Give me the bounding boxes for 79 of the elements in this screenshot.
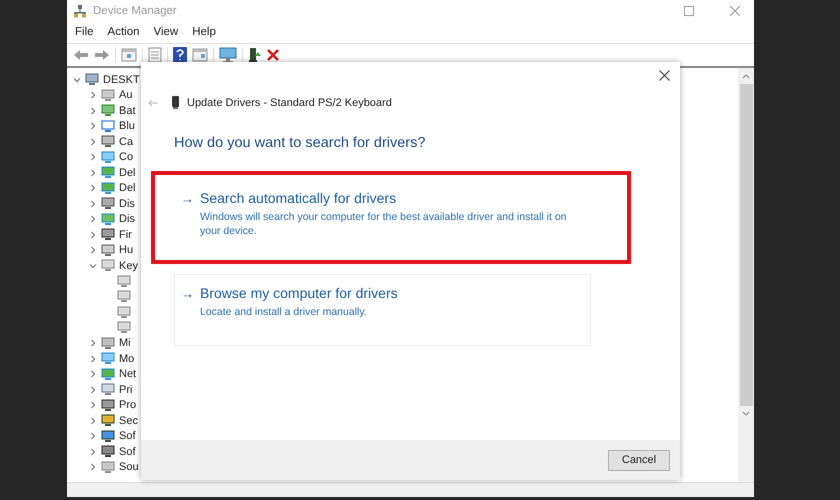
tree-item[interactable]: Hu [119,244,134,256]
tree-item[interactable]: Sof [119,446,136,458]
maximize-icon[interactable] [684,6,694,16]
tree-item[interactable]: Sec [119,414,138,427]
cancel-button[interactable]: Cancel [608,450,670,470]
chevron-icon[interactable] [89,432,97,440]
arrow-glyph: → [181,191,194,206]
monitor-icon [101,352,115,366]
chevron-icon[interactable] [73,76,81,84]
window-title: Device Manager [93,4,177,16]
scroll-down-icon[interactable] [742,411,750,416]
back-arrow-icon[interactable] [73,49,89,61]
chevron-icon[interactable] [89,122,97,130]
option-title[interactable]: Search automatically for drivers [200,190,396,206]
dialog-heading: How do you want to search for drivers? [173,134,426,151]
tree-item[interactable]: Ca [119,136,134,148]
tree-item[interactable]: Sou [119,461,139,474]
chevron-icon[interactable] [89,262,97,270]
chevron-icon[interactable] [89,448,97,456]
menu-item[interactable]: Action [108,26,140,38]
computer-icon [85,73,99,86]
window-pane-icon[interactable] [192,48,208,62]
tree-item[interactable]: Blu [119,120,135,132]
tree-item[interactable]: Bat [119,104,136,117]
chevron-icon[interactable] [89,339,97,348]
tree-item[interactable]: Del [119,166,136,179]
scrollbar-thumb[interactable] [740,84,752,406]
uninstall-x-icon[interactable] [267,49,279,61]
chevron-icon[interactable] [89,91,97,100]
plug-icon[interactable] [248,47,262,63]
help-icon[interactable] [173,47,187,63]
chevron-icon[interactable] [89,200,97,208]
chevron-icon[interactable] [89,386,97,394]
dialog-title: Update Drivers - Standard PS/2 Keyboard [187,96,392,108]
chevron-icon[interactable] [89,138,97,146]
monitor-icon[interactable] [219,47,237,63]
tree-item[interactable]: Key [119,260,138,272]
chevron-icon[interactable] [89,106,97,115]
tree-item[interactable]: Sof [119,430,136,442]
tree-item[interactable]: Del [119,182,136,194]
option-description: Windows will search your computer for the best available driver and install it on your device. [199,210,568,238]
properties-icon[interactable] [148,47,162,63]
tree-item[interactable]: Fir [119,228,132,241]
chevron-icon[interactable] [89,230,97,239]
chevron-icon[interactable] [89,168,97,177]
tree-item[interactable]: Mi [119,337,131,350]
option-card[interactable]: → Browse my computer for drivers Locate and install a driver manually. [174,274,591,346]
device-manager-icon [73,4,87,18]
menu-item[interactable]: Help [192,26,216,38]
chevron-icon[interactable] [89,416,97,425]
tree-item[interactable]: Pri [119,384,132,396]
tree-item[interactable]: Pro [119,399,136,412]
menu-item[interactable]: File [75,26,94,38]
close-icon[interactable] [659,70,670,81]
option-description: Locate and install a driver manually. [199,305,368,320]
chevron-icon[interactable] [89,184,97,192]
chevron-icon[interactable] [89,153,97,162]
chevron-icon[interactable] [89,354,97,363]
chevron-icon[interactable] [89,401,97,410]
option-title[interactable]: Browse my computer for drivers [200,285,398,301]
tree-item[interactable]: Mo [119,352,134,365]
tree-item[interactable]: DESKT [103,74,140,86]
monitor-icon [101,150,115,164]
forward-arrow-icon[interactable] [94,49,110,61]
window-pane-icon[interactable] [121,48,137,62]
menu-item[interactable]: View [154,26,178,38]
chevron-icon[interactable] [89,370,97,378]
tree-item[interactable]: Co [119,151,134,164]
scroll-up-icon[interactable] [742,74,750,79]
chevron-icon[interactable] [89,246,97,254]
tree-item[interactable]: Net [119,368,136,380]
arrow-glyph: → [181,286,194,301]
tree-item[interactable]: Dis [119,213,135,226]
chevron-icon[interactable] [89,215,97,224]
keyboard-device-icon [172,96,179,109]
tree-item[interactable]: Dis [119,198,135,210]
option-card[interactable]: → Search automatically for drivers Windows will search your computer for the best available driver and install it on your device. [174,175,591,260]
tree-item[interactable]: Au [119,89,132,102]
chevron-icon[interactable] [89,463,97,472]
